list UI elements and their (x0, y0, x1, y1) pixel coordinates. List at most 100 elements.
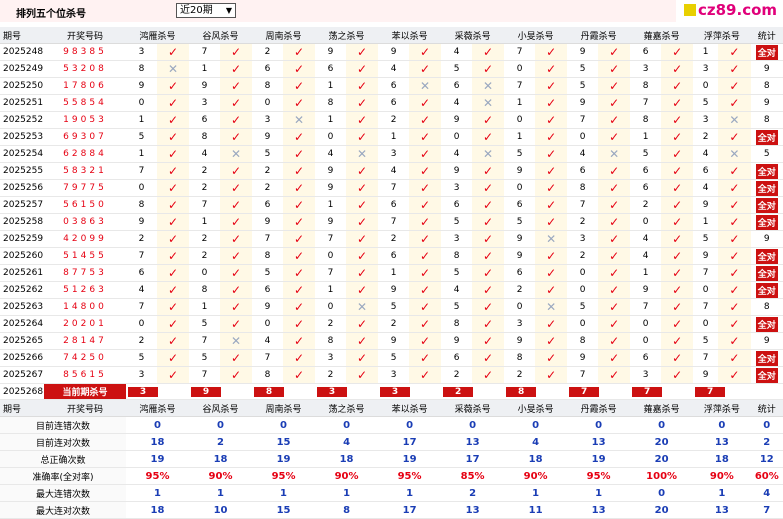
check-icon: ✓ (157, 315, 190, 333)
check-icon: ✓ (283, 77, 316, 95)
kill-value: 4 (441, 43, 473, 61)
summary-row: 最大连错次数 1 1 1 1 1 2 1 1 0 1 4 (0, 484, 783, 502)
kill-value: 2 (693, 128, 719, 146)
check-icon: ✓ (220, 230, 253, 248)
check-icon: ✓ (157, 349, 190, 367)
kill-value: 0 (252, 94, 284, 112)
summary-value: 2 (441, 484, 505, 502)
column-header: 统计 (750, 399, 783, 417)
check-icon: ✓ (672, 130, 683, 144)
draw-number-cell: 20201 (44, 315, 126, 333)
kill-value: 1 (315, 196, 347, 214)
kill-value: 6 (252, 196, 284, 214)
stat-cell: 全对 (750, 162, 783, 180)
kill-value: 5 (504, 213, 536, 231)
summary-value: 90% (504, 467, 568, 485)
check-icon: ✓ (672, 334, 683, 348)
kill-value: 2 (126, 230, 157, 248)
check-icon: ✓ (294, 130, 305, 144)
logo-text: cz89.com (698, 1, 778, 19)
kill-value: 2 (441, 366, 473, 384)
check-icon: ✓ (220, 162, 253, 180)
check-icon: ✓ (283, 281, 316, 299)
check-icon: ✓ (598, 264, 631, 282)
all-correct-badge: 全对 (755, 44, 778, 60)
kill-value: 6 (630, 162, 662, 180)
column-header: 谷风杀号 (189, 399, 253, 417)
table-row: 2025250 17806 9 ✓ 9 ✓ 8 ✓ 1 ✓ 6 ✕ 6 ✕ 7 ✓ 5 ✓ 8 ✓ 0 ✓ 8 (0, 77, 783, 95)
check-icon: ✓ (283, 60, 316, 78)
check-icon: ✓ (546, 334, 557, 348)
check-icon: ✓ (661, 213, 694, 231)
summary-value: 0 (630, 484, 694, 502)
kill-value: 5 (441, 213, 473, 231)
check-icon: ✓ (167, 130, 179, 144)
current-kill-cell: 3 (315, 383, 379, 400)
check-icon: ✓ (346, 179, 379, 197)
kill-value: 5 (441, 298, 473, 316)
stat-cell: 全对 (750, 196, 783, 214)
summary-value: 0 (378, 416, 442, 434)
check-icon: ✓ (357, 334, 368, 348)
all-correct-badge: 全对 (755, 197, 778, 213)
check-icon: ✓ (420, 215, 431, 229)
kill-value: 3 (441, 230, 473, 248)
kill-value: 5 (378, 298, 410, 316)
period-select[interactable]: 近20期 ▼ (176, 3, 236, 18)
check-icon: ✓ (230, 45, 242, 59)
kill-value: 6 (315, 60, 347, 78)
column-header: 鸿雁杀号 (126, 27, 190, 44)
kill-value: 9 (315, 179, 347, 197)
check-icon: ✓ (167, 113, 179, 127)
check-icon: ✓ (729, 215, 740, 229)
kill-value: 0 (126, 179, 157, 197)
kill-value: 6 (126, 264, 157, 282)
summary-label: 目前连对次数 (0, 433, 126, 451)
period-cell: 2025253 (0, 128, 44, 146)
check-icon: ✓ (346, 128, 379, 146)
check-icon: ✓ (167, 334, 179, 348)
check-icon: ✓ (157, 230, 190, 248)
check-icon: ✓ (472, 298, 505, 316)
table-row: 2025252 19053 1 ✓ 6 ✓ 3 ✕ 1 ✓ 2 ✓ 9 ✓ 0 ✓ 7 ✓ 8 ✓ 3 ✕ 8 (0, 111, 783, 129)
draw-number-cell: 51455 (44, 247, 126, 265)
check-icon: ✓ (661, 281, 694, 299)
summary-label: 总正确次数 (0, 450, 126, 468)
kill-value: 2 (189, 162, 221, 180)
check-icon: ✓ (472, 349, 505, 367)
check-icon: ✓ (420, 45, 431, 59)
chevron-down-icon: ▼ (225, 6, 232, 15)
cross-icon: ✕ (283, 111, 316, 129)
summary-row: 准确率(全对率) 95% 90% 95% 90% 95% 85% 90% 95% 100% 90% 6… (0, 467, 783, 485)
check-icon: ✓ (357, 351, 368, 365)
kill-value: 9 (441, 111, 473, 129)
kill-value: 3 (693, 60, 719, 78)
check-icon: ✓ (718, 77, 751, 95)
kill-value: 3 (441, 179, 473, 197)
kill-value: 7 (126, 298, 157, 316)
current-kill-badge: 3 (380, 386, 411, 397)
all-correct-badge: 全对 (755, 214, 778, 230)
check-icon: ✓ (230, 368, 242, 382)
kill-value: 9 (252, 128, 284, 146)
cross-icon: ✕ (729, 113, 740, 127)
current-kill-cell: 8 (252, 383, 316, 400)
check-icon: ✓ (357, 45, 368, 59)
check-icon: ✓ (718, 281, 751, 299)
all-correct-badge: 全对 (755, 248, 778, 264)
kill-value: 6 (378, 247, 410, 265)
kill-value: 1 (378, 128, 410, 146)
site-logo[interactable]: cz89.com (676, 0, 783, 22)
kill-value: 7 (189, 366, 221, 384)
check-icon: ✓ (357, 79, 368, 93)
check-icon: ✓ (472, 264, 505, 282)
kill-value: 7 (315, 230, 347, 248)
check-icon: ✓ (230, 249, 242, 263)
column-header: 开奖号码 (44, 399, 126, 417)
check-icon: ✓ (672, 317, 683, 331)
check-icon: ✓ (409, 349, 442, 367)
kill-value: 9 (189, 77, 221, 95)
kill-value: 1 (630, 128, 662, 146)
kill-value: 8 (252, 247, 284, 265)
cross-icon: ✕ (472, 94, 505, 112)
